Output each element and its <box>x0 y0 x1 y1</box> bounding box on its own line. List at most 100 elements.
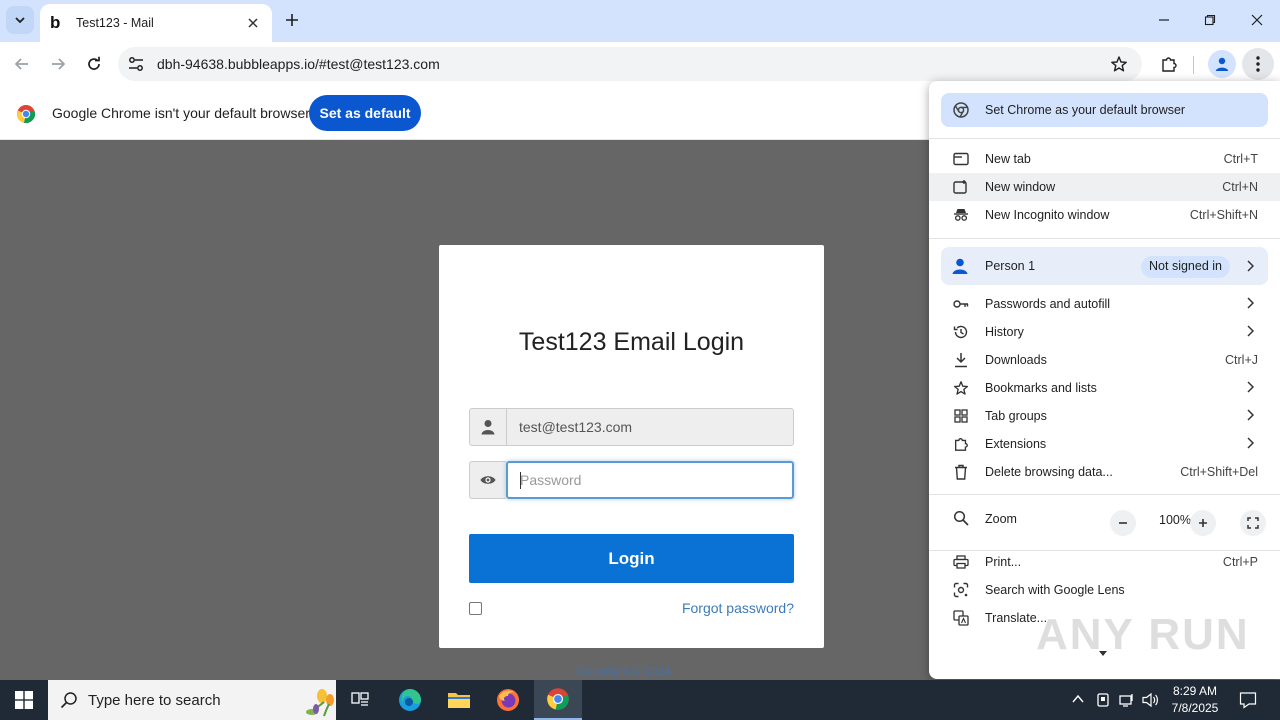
search-highlight-flowers-icon <box>300 682 336 718</box>
new-tab-icon[interactable] <box>282 10 302 30</box>
menu-item-new-window[interactable]: New window Ctrl+N <box>929 173 1280 201</box>
search-icon <box>60 691 78 709</box>
tray-chevron-up-icon[interactable] <box>1071 692 1085 706</box>
menu-item-label: New tab <box>985 152 1031 166</box>
more-vert-icon <box>1256 56 1260 72</box>
new-tab-icon <box>953 151 969 167</box>
url-text: dbh-94638.bubbleapps.io/#test@test123.co… <box>157 56 440 72</box>
default-browser-promo[interactable]: Set Chrome as your default browser <box>941 93 1268 127</box>
menu-item-passwords[interactable]: Passwords and autofill <box>929 290 1280 318</box>
login-button[interactable]: Login <box>469 534 794 583</box>
infobar-message: Google Chrome isn't your default browser <box>52 105 310 121</box>
tray-device-icon[interactable] <box>1096 692 1110 708</box>
email-field[interactable]: test@test123.com <box>506 408 794 446</box>
tab-search-button[interactable] <box>6 6 34 34</box>
chrome-app-menu: Set Chrome as your default browser New t… <box>929 81 1280 679</box>
tab-groups-icon <box>953 408 969 424</box>
address-bar[interactable]: dbh-94638.bubbleapps.io/#test@test123.co… <box>118 47 1142 81</box>
chrome-taskbar-icon[interactable] <box>534 680 582 720</box>
menu-divider <box>929 138 1280 139</box>
forward-icon[interactable] <box>44 50 72 78</box>
close-tab-icon[interactable] <box>244 14 262 32</box>
taskbar-clock[interactable]: 8:29 AM 7/8/2025 <box>1168 683 1222 717</box>
chevron-down-icon <box>15 17 25 24</box>
task-view-icon[interactable] <box>336 680 384 720</box>
minimize-icon[interactable] <box>1152 8 1176 32</box>
edge-browser-icon[interactable] <box>386 680 434 720</box>
chevron-right-icon <box>1246 409 1254 421</box>
chrome-menu-button[interactable] <box>1242 48 1274 80</box>
notification-icon[interactable] <box>1239 691 1257 709</box>
zoom-in-button[interactable] <box>1190 510 1216 536</box>
site-settings-icon[interactable] <box>126 54 146 74</box>
key-icon <box>953 296 969 312</box>
windows-start-icon[interactable] <box>0 680 48 720</box>
menu-shortcut: Ctrl+N <box>1222 180 1258 194</box>
menu-item-downloads[interactable]: Downloads Ctrl+J <box>929 346 1280 374</box>
zoom-magnifier-icon <box>953 510 969 526</box>
chevron-right-icon <box>1246 381 1254 393</box>
email-field-group: test@test123.com <box>469 408 794 446</box>
set-as-default-button[interactable]: Set as default <box>309 95 421 131</box>
search-placeholder: Type here to search <box>88 692 221 709</box>
menu-shortcut: Ctrl+Shift+N <box>1189 208 1258 222</box>
browser-toolbar: dbh-94638.bubbleapps.io/#test@test123.co… <box>0 42 1280 86</box>
extensions-puzzle-icon <box>953 436 969 452</box>
menu-shortcut: Ctrl+P <box>1222 555 1258 569</box>
taskbar-search-box[interactable]: Type here to search <box>48 680 336 720</box>
menu-item-label: New window <box>985 180 1056 194</box>
bookmark-star-icon[interactable] <box>1110 55 1128 73</box>
menu-divider <box>929 238 1280 239</box>
menu-shortcut: Ctrl+J <box>1225 353 1258 367</box>
firefox-icon[interactable] <box>484 680 532 720</box>
volume-icon[interactable] <box>1142 692 1160 708</box>
person-icon <box>951 257 969 275</box>
zoom-out-button[interactable] <box>1110 510 1136 536</box>
remember-checkbox[interactable] <box>469 602 482 615</box>
menu-item-tab-groups[interactable]: Tab groups <box>929 402 1280 430</box>
menu-item-person[interactable]: Person 1 Not signed in <box>941 247 1268 285</box>
fullscreen-button[interactable] <box>1240 510 1266 536</box>
menu-item-label: Delete browsing data... <box>985 465 1113 479</box>
menu-item-history[interactable]: History <box>929 318 1280 346</box>
menu-item-label: Zoom <box>985 512 1017 526</box>
menu-item-incognito[interactable]: New Incognito window Ctrl+Shift+N <box>929 201 1280 229</box>
clock-time: 8:29 AM <box>1172 684 1218 698</box>
google-lens-icon <box>953 582 969 598</box>
password-field[interactable]: Password <box>506 461 794 499</box>
menu-item-bookmarks[interactable]: Bookmarks and lists <box>929 374 1280 402</box>
close-window-icon[interactable] <box>1245 8 1269 32</box>
copyright-text: Copyright © 2024 <box>577 664 671 678</box>
chevron-right-icon <box>1246 437 1254 449</box>
windows-taskbar: Type here to search 8:29 AM 7/8/2025 <box>0 680 1280 720</box>
menu-item-new-tab[interactable]: New tab Ctrl+T <box>929 145 1280 173</box>
back-icon[interactable] <box>8 50 36 78</box>
network-icon[interactable] <box>1119 692 1135 708</box>
menu-item-print[interactable]: Print... Ctrl+P <box>929 548 1280 576</box>
anyrun-watermark: ANY RUN <box>1036 610 1250 659</box>
forgot-password-link[interactable]: Forgot password? <box>682 600 794 616</box>
chrome-logo-icon <box>953 102 969 118</box>
tab-title: Test123 - Mail <box>76 16 154 30</box>
menu-item-extensions[interactable]: Extensions <box>929 430 1280 458</box>
login-title: Test123 Email Login <box>518 328 745 356</box>
menu-item-google-lens[interactable]: Search with Google Lens <box>929 576 1280 604</box>
bubble-favicon-icon: b <box>50 13 61 32</box>
menu-item-delete-browsing-data[interactable]: Delete browsing data... Ctrl+Shift+Del <box>929 458 1280 486</box>
menu-item-label: New Incognito window <box>985 208 1110 222</box>
browser-tab[interactable]: b Test123 - Mail <box>40 4 272 42</box>
chevron-right-icon <box>1246 297 1254 309</box>
menu-item-label: Search with Google Lens <box>985 583 1125 597</box>
download-icon <box>953 352 969 368</box>
star-icon <box>953 380 969 396</box>
eye-icon[interactable] <box>469 461 506 499</box>
menu-divider <box>929 494 1280 495</box>
reload-icon[interactable] <box>80 50 108 78</box>
trash-icon <box>953 464 969 480</box>
user-icon <box>469 408 506 446</box>
extensions-puzzle-icon[interactable] <box>1155 50 1183 78</box>
profile-avatar-icon[interactable] <box>1208 50 1236 78</box>
file-explorer-icon[interactable] <box>435 680 483 720</box>
restore-icon[interactable] <box>1198 8 1222 32</box>
promo-label: Set Chrome as your default browser <box>985 103 1186 117</box>
